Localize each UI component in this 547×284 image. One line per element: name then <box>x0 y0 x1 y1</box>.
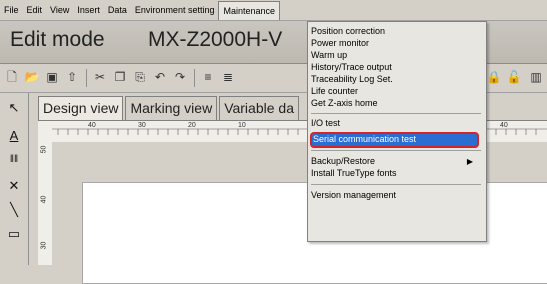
tab-variable-data[interactable]: Variable da <box>219 96 299 120</box>
new-file-icon[interactable]: 🗋 <box>4 69 20 85</box>
menu-item-install-truetype-fonts[interactable]: Install TrueType fonts <box>311 168 397 179</box>
menu-item-get-z-axis-home[interactable]: Get Z-axis home <box>311 98 378 109</box>
view-tabs: Design view Marking view Variable da <box>38 96 301 120</box>
rectangle-tool-icon[interactable]: ▭ <box>5 225 23 243</box>
toolbar-more-icon[interactable]: ▥ <box>528 69 544 85</box>
left-tool-palette: ↖ A ‖‖ ✕ ╲ ▭ <box>0 93 29 265</box>
ruler-label: 10 <box>238 122 246 129</box>
tab-marking-view[interactable]: Marking view <box>125 96 218 120</box>
menu-environment-setting[interactable]: Environment setting <box>131 0 219 20</box>
menu-item-position-correction[interactable]: Position correction <box>311 26 385 37</box>
paste-icon[interactable]: ⎘ <box>132 69 148 85</box>
menu-insert[interactable]: Insert <box>73 0 104 20</box>
unlock-icon[interactable]: 🔓 <box>506 69 522 85</box>
tab-design-view[interactable]: Design view <box>38 96 124 120</box>
open-folder-icon[interactable]: 📂 <box>24 69 40 85</box>
menu-item-power-monitor[interactable]: Power monitor <box>311 38 369 49</box>
close-icon[interactable]: ✕ <box>5 177 23 195</box>
menu-item-backup-restore[interactable]: Backup/Restore ▶ <box>311 156 481 167</box>
menu-view[interactable]: View <box>46 0 73 20</box>
menu-item-traceability-log-set[interactable]: Traceability Log Set. <box>311 74 393 85</box>
copy-icon[interactable]: ❐ <box>112 69 128 85</box>
menu-item-life-counter[interactable]: Life counter <box>311 86 358 97</box>
undo-icon[interactable]: ↶ <box>152 69 168 85</box>
model-name: MX-Z2000H-V <box>148 28 283 51</box>
ruler-label: 30 <box>138 122 146 129</box>
align-icon[interactable]: ≡ <box>200 69 216 85</box>
menu-separator <box>311 113 481 114</box>
ruler-label: 20 <box>188 122 196 129</box>
text-tool-icon[interactable]: A <box>5 127 23 145</box>
mode-title: Edit mode <box>10 28 105 51</box>
menu-separator <box>311 184 481 185</box>
align-icon[interactable]: ≣ <box>220 69 236 85</box>
menu-bar: File Edit View Insert Data Environment s… <box>0 0 547 21</box>
menu-file[interactable]: File <box>0 0 23 20</box>
submenu-arrow-icon: ▶ <box>466 157 473 166</box>
line-tool-icon[interactable]: ╲ <box>5 201 23 219</box>
barcode-tool-icon[interactable]: ‖‖ <box>5 151 23 169</box>
cut-icon[interactable]: ✂ <box>92 69 108 85</box>
toolbar-divider <box>86 69 87 87</box>
ruler-label: 40 <box>40 195 48 204</box>
ruler-label: 50 <box>40 145 48 154</box>
menu-item-history-trace-output[interactable]: History/Trace output <box>311 62 392 73</box>
redo-icon[interactable]: ↷ <box>172 69 188 85</box>
maintenance-menu: Position correction Power monitor Warm u… <box>307 21 487 242</box>
menu-edit[interactable]: Edit <box>23 0 47 20</box>
menu-data[interactable]: Data <box>104 0 131 20</box>
ruler-label: 30 <box>40 241 48 250</box>
upload-icon[interactable]: ⇧ <box>64 69 80 85</box>
ruler-label: 40 <box>88 122 96 129</box>
toolbar-divider <box>194 69 195 87</box>
menu-item-io-test[interactable]: I/O test <box>311 118 340 129</box>
menu-item-backup-restore-label: Backup/Restore <box>311 156 376 166</box>
menu-item-serial-communication-test[interactable]: Serial communication test <box>310 132 479 148</box>
save-icon[interactable]: ▣ <box>44 69 60 85</box>
vertical-ruler: 50 40 30 <box>38 142 53 265</box>
select-arrow-icon[interactable]: ↖ <box>5 99 23 117</box>
lock-icon[interactable]: 🔒 <box>486 69 502 85</box>
menu-item-version-management[interactable]: Version management <box>311 190 396 201</box>
menu-item-warm-up[interactable]: Warm up <box>311 50 347 61</box>
menu-separator <box>311 150 481 151</box>
ruler-label: 40 <box>500 122 508 129</box>
menu-maintenance[interactable]: Maintenance <box>218 1 281 20</box>
